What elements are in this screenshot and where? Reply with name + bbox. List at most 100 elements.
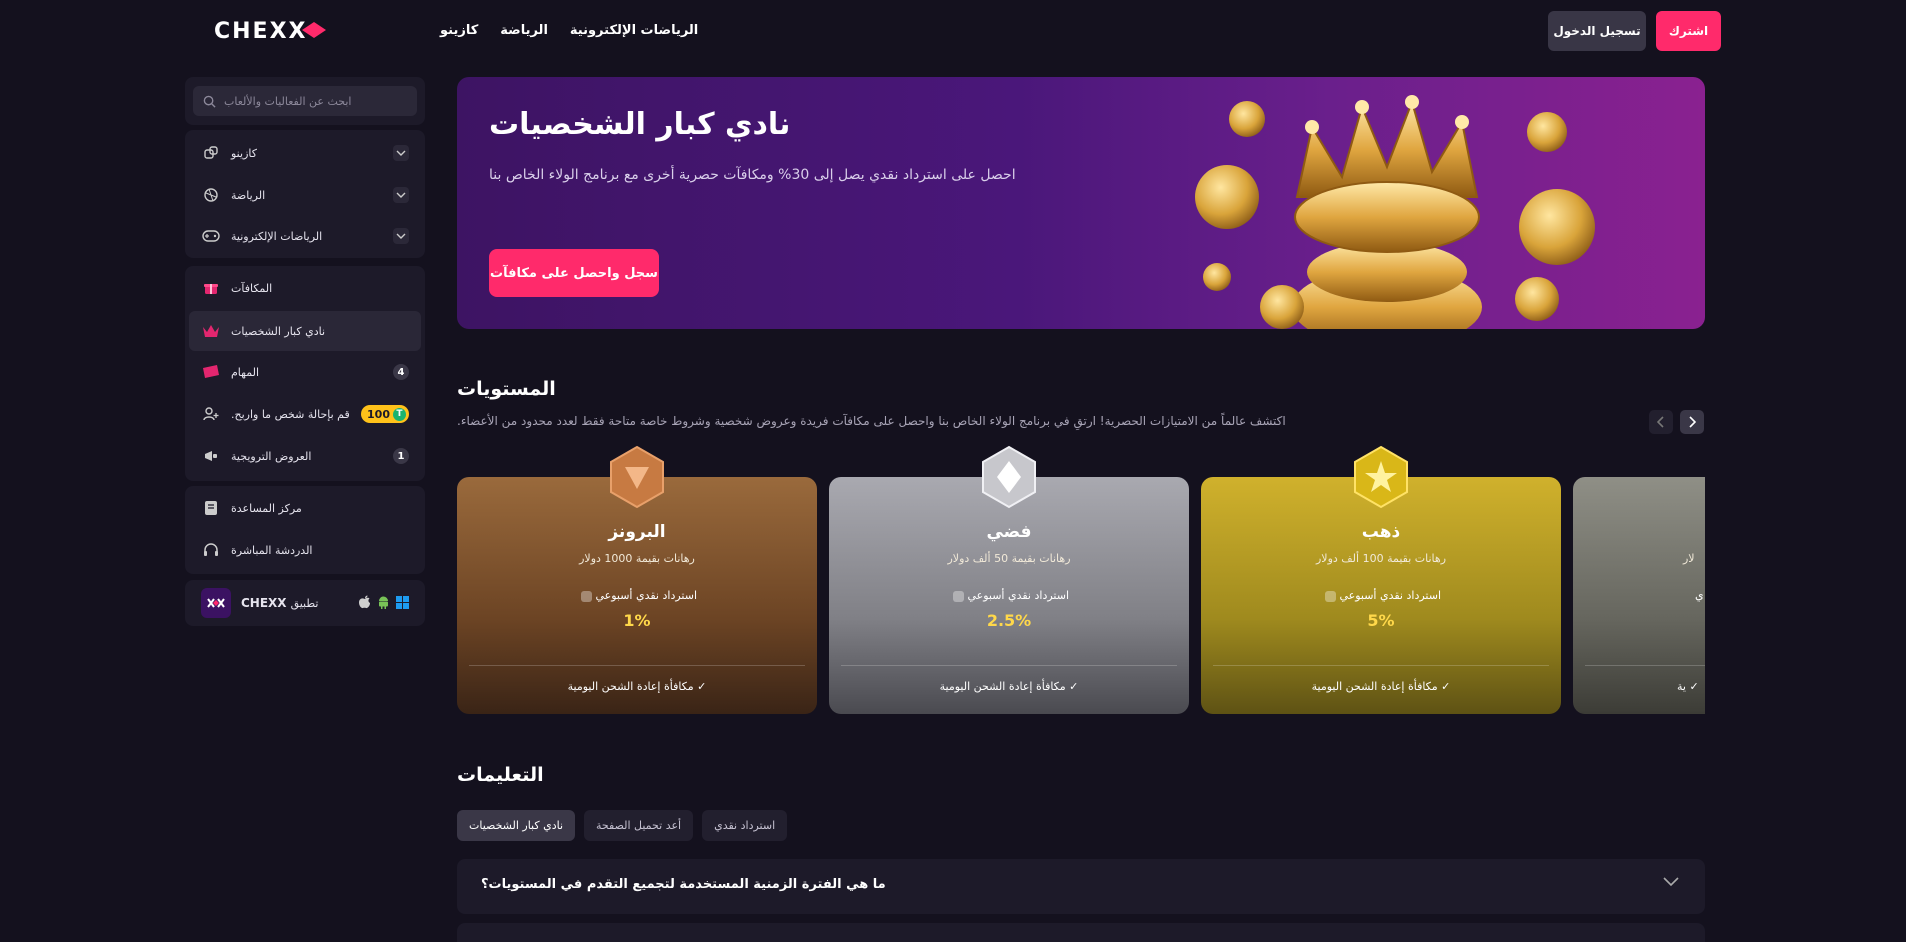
check-icon: ✓: [1069, 680, 1079, 693]
nav-esports[interactable]: الرياضات الإلكترونية: [570, 23, 698, 38]
chevron-down-icon[interactable]: [393, 228, 409, 244]
sidebar-item-help-center[interactable]: مركز المساعدة: [189, 488, 421, 528]
gamepad-icon: [201, 226, 221, 246]
add-user-icon: [201, 404, 221, 424]
level-perk: ✓ مكافأة إعادة الشحن اليومية: [939, 680, 1079, 693]
level-card-silver[interactable]: فضي رهانات بقيمة 50 ألف دولار استرداد نق…: [829, 477, 1189, 714]
sidebar-item-bonuses[interactable]: المكافآت: [189, 268, 421, 308]
tasks-count-badge: 4: [393, 364, 409, 380]
tab-reload[interactable]: أعد تحميل الصفحة: [584, 810, 694, 841]
level-cashback-value: 5%: [1367, 611, 1395, 630]
sidebar-item-vip-club[interactable]: نادي كبار الشخصيات: [189, 311, 421, 351]
level-wager: رهانات بقيمة 100 ألف دولار: [1315, 552, 1447, 565]
info-icon: [1324, 590, 1336, 602]
sidebar-item-sports[interactable]: الرياضة: [189, 175, 421, 215]
sidebar-item-label: نادي كبار الشخصيات: [231, 324, 326, 338]
app-label: تطبيق: [290, 596, 319, 610]
ticket-icon: [201, 362, 221, 382]
megaphone-icon: [201, 446, 221, 466]
sidebar-item-esports[interactable]: الرياضات الإلكترونية: [189, 216, 421, 256]
referral-reward-badge: 100 T: [361, 405, 409, 423]
levels-description: اكتشف عالماً من الامتيازات الحصرية! ارتق…: [457, 414, 1286, 428]
level-wager: لار: [1683, 552, 1695, 565]
hero-title: نادي كبار الشخصيات: [489, 107, 791, 142]
crown-icon: [201, 321, 221, 341]
sidebar-app-download[interactable]: CHEXX تطبيق: [189, 583, 421, 623]
sidebar-item-tasks[interactable]: المهام 4: [189, 352, 421, 392]
faq-item[interactable]: ما هي الفترة الزمنية المستخدمة لتجميع ال…: [457, 859, 1705, 914]
windows-icon[interactable]: [396, 594, 409, 613]
divider: [841, 665, 1177, 666]
apple-icon[interactable]: [358, 594, 371, 613]
level-wager: رهانات بقيمة 1000 دولار: [579, 552, 695, 565]
vip-hero-banner: نادي كبار الشخصيات احصل على استرداد نقدي…: [457, 77, 1705, 329]
hero-cta-button[interactable]: سجل واحصل على مكافآت: [489, 249, 659, 297]
ball-icon: [201, 185, 221, 205]
divider: [469, 665, 805, 666]
chevron-down-icon[interactable]: [1663, 877, 1679, 887]
book-icon: [201, 498, 221, 518]
sidebar-item-label: الدردشة المباشرة: [231, 543, 313, 557]
sidebar-item-promotions[interactable]: العروض الترويجية 1: [189, 436, 421, 476]
sidebar-item-label: المهام: [231, 365, 259, 379]
sidebar-item-label: الرياضة: [231, 188, 266, 202]
chevron-down-icon[interactable]: [393, 187, 409, 203]
level-card-gold[interactable]: ذهب رهانات بقيمة 100 ألف دولار استرداد ن…: [1201, 477, 1561, 714]
search-input[interactable]: ابحث عن الفعاليات والألعاب: [193, 86, 417, 116]
android-icon[interactable]: [377, 594, 390, 613]
signup-button[interactable]: اشترك: [1656, 11, 1721, 51]
top-bar: CHEXX الرياضات الإلكترونية الرياضة كازين…: [0, 0, 1906, 60]
levels-next-button[interactable]: [1680, 410, 1704, 434]
sidebar-item-referral[interactable]: قم بإحالة شخص ما واربح. 100 T: [189, 394, 421, 434]
top-nav: الرياضات الإلكترونية الرياضة كازينو: [440, 0, 698, 60]
level-cashback-value: 1%: [623, 611, 651, 630]
instructions-title: التعليمات: [457, 764, 544, 786]
svg-text:CHEXX: CHEXX: [214, 19, 308, 42]
sidebar-item-label: قم بإحالة شخص ما واربح.: [231, 407, 350, 421]
level-perk: ✓ مكافأة إعادة الشحن اليومية: [1311, 680, 1451, 693]
nav-sports[interactable]: الرياضة: [500, 23, 548, 38]
levels-carousel: البرونز رهانات بقيمة 1000 دولار استرداد …: [457, 440, 1705, 716]
level-card-platinum-partial[interactable]: لار ي ✓ ية: [1573, 477, 1705, 714]
sidebar-item-label: المكافآت: [231, 281, 273, 295]
search-placeholder: ابحث عن الفعاليات والألعاب: [224, 94, 352, 108]
levels-prev-button[interactable]: [1649, 410, 1673, 434]
app-name: CHEXX: [241, 596, 287, 610]
promotions-count-badge: 1: [393, 448, 409, 464]
level-wager: رهانات بقيمة 50 ألف دولار: [947, 552, 1071, 565]
faq-item-partial[interactable]: [457, 923, 1705, 942]
gold-badge-icon: [1354, 445, 1408, 509]
silver-badge-icon: [982, 445, 1036, 509]
instructions-tabs: نادي كبار الشخصيات أعد تحميل الصفحة استر…: [457, 810, 788, 841]
level-card-bronze[interactable]: البرونز رهانات بقيمة 1000 دولار استرداد …: [457, 477, 817, 714]
crown-coins-illustration: [1195, 95, 1595, 329]
faq-question: ما هي الفترة الزمنية المستخدمة لتجميع ال…: [481, 877, 886, 892]
bronze-badge-icon: [610, 445, 664, 509]
login-button[interactable]: تسجيل الدخول: [1548, 11, 1646, 51]
sidebar-item-label: الرياضات الإلكترونية: [231, 229, 323, 243]
level-cashback-label: استرداد نقدي أسبوعي: [1201, 589, 1561, 602]
level-name: فضي: [986, 522, 1032, 542]
level-cashback-label: ي: [1695, 589, 1704, 602]
chevron-down-icon[interactable]: [393, 145, 409, 161]
sidebar-item-casino[interactable]: كازينو: [189, 133, 421, 173]
headset-icon: [201, 540, 221, 560]
check-icon: ✓: [697, 680, 707, 693]
check-icon: ✓: [1689, 680, 1699, 693]
divider: [1213, 665, 1549, 666]
gift-icon: [201, 278, 221, 298]
search-icon: [203, 95, 216, 108]
token-icon: T: [393, 407, 406, 421]
sidebar-item-label: العروض الترويجية: [231, 449, 312, 463]
tab-vip-club[interactable]: نادي كبار الشخصيات: [457, 810, 576, 841]
tab-cashback[interactable]: استرداد نقدي: [702, 810, 788, 841]
dice-icon: [201, 143, 221, 163]
nav-casino[interactable]: كازينو: [440, 23, 478, 38]
sidebar-item-live-chat[interactable]: الدردشة المباشرة: [189, 530, 421, 570]
level-cashback-label: استرداد نقدي أسبوعي: [829, 589, 1189, 602]
app-logo-icon: [201, 588, 231, 618]
levels-title: المستويات: [457, 378, 556, 400]
level-name: ذهب: [1361, 522, 1401, 542]
brand-logo[interactable]: CHEXX: [214, 18, 394, 42]
divider: [1585, 665, 1705, 666]
